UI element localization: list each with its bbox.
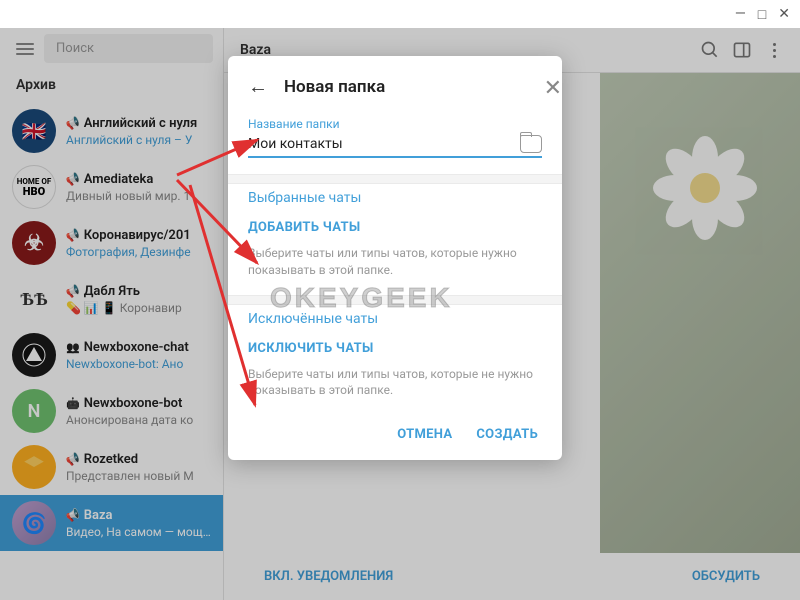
maximize-icon[interactable]: □ bbox=[758, 6, 766, 23]
modal-title: Новая папка bbox=[284, 77, 385, 97]
window-controls: — □ ✕ bbox=[735, 6, 790, 23]
exclude-chats-button[interactable]: ИСКЛЮЧИТЬ ЧАТЫ bbox=[248, 341, 542, 356]
folder-icon[interactable] bbox=[520, 135, 542, 153]
close-icon[interactable]: ✕ bbox=[540, 72, 566, 105]
close-icon[interactable]: ✕ bbox=[778, 6, 790, 23]
excluded-chats-header: Исключённые чаты bbox=[248, 311, 542, 327]
excluded-hint: Выберите чаты или типы чатов, которые не… bbox=[248, 366, 542, 400]
folder-name-input[interactable] bbox=[248, 136, 520, 152]
cancel-button[interactable]: ОТМЕНА bbox=[397, 427, 452, 442]
back-icon[interactable]: ← bbox=[248, 74, 268, 99]
folder-name-label: Название папки bbox=[248, 117, 542, 131]
new-folder-modal: ✕ ← Новая папка Название папки Выбранные… bbox=[228, 56, 562, 460]
included-hint: Выберите чаты или типы чатов, которые ну… bbox=[248, 245, 542, 279]
add-chats-button[interactable]: ДОБАВИТЬ ЧАТЫ bbox=[248, 220, 542, 235]
create-button[interactable]: СОЗДАТЬ bbox=[476, 427, 538, 442]
minimize-icon[interactable]: — bbox=[735, 6, 746, 23]
included-chats-header: Выбранные чаты bbox=[248, 190, 542, 206]
